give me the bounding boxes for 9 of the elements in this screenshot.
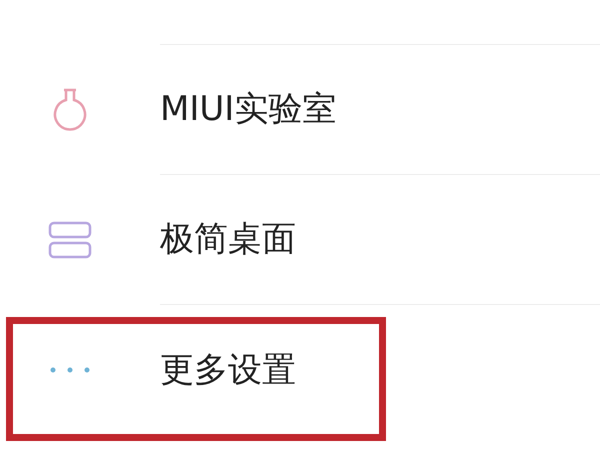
item-label: 极简桌面 bbox=[160, 218, 296, 261]
more-icon bbox=[50, 367, 90, 373]
settings-item[interactable]: MIUI实验室 bbox=[0, 45, 600, 175]
flask-icon bbox=[53, 87, 87, 133]
settings-item[interactable]: 更多设置 bbox=[0, 305, 600, 435]
stack-icon bbox=[48, 221, 92, 259]
item-label: MIUI实验室 bbox=[160, 88, 336, 131]
settings-item[interactable]: 极简桌面 bbox=[0, 175, 600, 305]
item-label: 更多设置 bbox=[160, 348, 296, 392]
